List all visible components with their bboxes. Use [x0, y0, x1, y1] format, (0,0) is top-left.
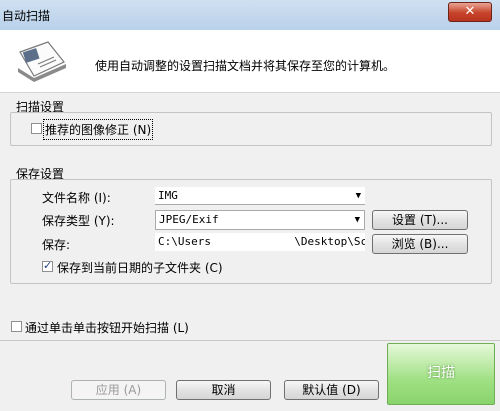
header-band: 使用自动调整的设置扫描文档并将其保存至您的计算机。 [0, 30, 500, 93]
recommended-correction-label[interactable]: 推荐的图像修正 (N) [42, 119, 154, 140]
save-type-label: 保存类型 (Y): [42, 214, 115, 228]
start-by-button-checkbox[interactable] [11, 321, 22, 332]
save-type-select[interactable]: JPEG/Exif ▼ [155, 210, 365, 230]
recommended-correction-checkbox[interactable] [31, 123, 42, 134]
header-description: 使用自动调整的设置扫描文档并将其保存至您的计算机。 [95, 59, 396, 73]
browse-button[interactable]: 浏览 (B)... [372, 234, 468, 254]
settings-button[interactable]: 设置 (T)... [372, 210, 468, 230]
date-subfolder-label[interactable]: 保存到当前日期的子文件夹 (C) [57, 259, 223, 276]
chevron-down-icon: ▼ [354, 215, 360, 225]
chevron-down-icon: ▼ [355, 191, 361, 201]
file-name-combo[interactable]: IMG ▼ [155, 187, 365, 205]
save-location-field[interactable]: C:\Users \Desktop\Sca [155, 233, 365, 251]
date-subfolder-checkbox[interactable] [42, 259, 53, 272]
window-title: 自动扫描 [2, 9, 51, 23]
file-name-label: 文件名称 (I): [42, 191, 111, 205]
apply-button[interactable]: 应用 (A) [71, 380, 166, 400]
cancel-button[interactable]: 取消 [176, 380, 271, 400]
save-location-label: 保存: [42, 238, 71, 252]
file-name-value: IMG [158, 189, 178, 202]
start-by-button-label[interactable]: 通过单击单击按钮开始扫描 (L) [25, 319, 189, 336]
defaults-button[interactable]: 默认值 (D) [284, 380, 379, 400]
save-location-prefix: C:\Users [158, 235, 211, 248]
footer-separator [0, 340, 500, 341]
scanner-document-icon [18, 41, 66, 82]
redacted-username [217, 233, 288, 249]
save-location-suffix: \Desktop\Sca [294, 235, 365, 248]
title-bar: 自动扫描 ✕ [0, 0, 500, 31]
scan-button[interactable]: 扫描 [387, 343, 495, 405]
save-type-value: JPEG/Exif [159, 213, 219, 226]
close-button[interactable]: ✕ [448, 2, 492, 22]
close-icon: ✕ [464, 4, 476, 19]
